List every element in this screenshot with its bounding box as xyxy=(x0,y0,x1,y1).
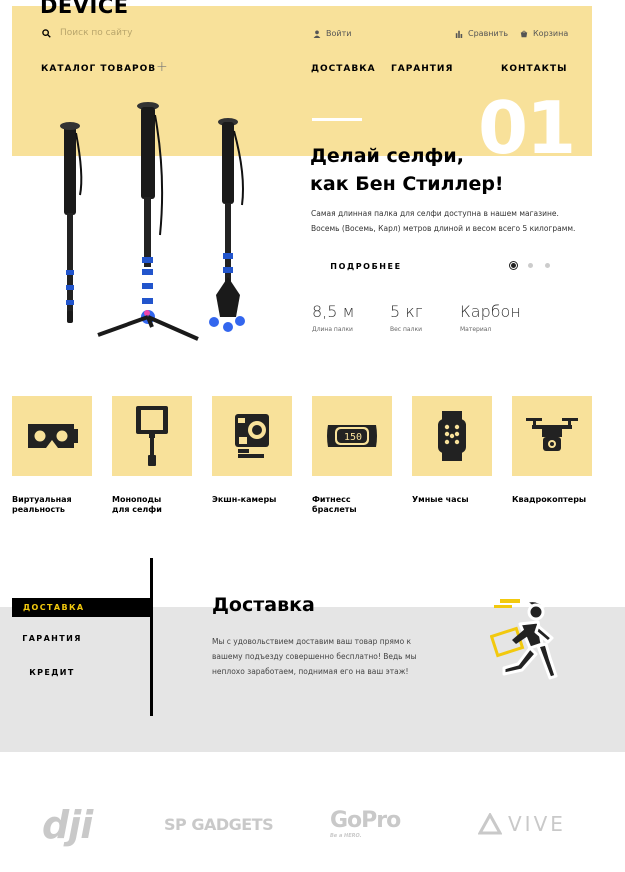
slider-dot-1[interactable] xyxy=(511,263,516,268)
fitness-band-screen: 150 xyxy=(344,432,362,443)
compare-label: Сравнить xyxy=(468,29,509,38)
spec-length: 8,5 м Длина палки xyxy=(312,302,355,333)
spec-length-value: 8,5 м xyxy=(312,302,355,321)
category-drones[interactable]: Квадрокоптеры xyxy=(512,396,592,515)
category-smartwatch-tile[interactable] xyxy=(412,396,492,476)
spec-material: Карбон Материал xyxy=(460,302,521,333)
brand-gopro-tagline: Be a HERO. xyxy=(330,833,362,839)
slide-title-line2: как Бен Стиллер! xyxy=(310,173,504,195)
spec-weight-label: Вес палки xyxy=(390,326,422,333)
category-drones-label: Квадрокоптеры xyxy=(512,495,587,504)
category-drones-tile[interactable] xyxy=(512,396,592,476)
category-vr-label: Виртуальная реальность xyxy=(12,495,72,514)
category-smartwatch-label: Умные часы xyxy=(412,495,469,504)
nav-delivery[interactable]: ДОСТАВКА xyxy=(311,64,376,74)
monopod-right xyxy=(209,118,245,332)
vr-headset-icon xyxy=(28,424,78,448)
category-action-cams-tile[interactable] xyxy=(212,396,292,476)
brand-vive-wordmark: VIVE xyxy=(508,812,566,836)
category-fitness[interactable]: 150 Фитнесс браслеты xyxy=(312,396,392,515)
drone-icon xyxy=(526,418,578,451)
slider-dots xyxy=(511,263,550,268)
tab-credit[interactable]: КРЕДИТ xyxy=(12,668,92,677)
smartwatch-icon xyxy=(438,411,466,461)
slide-divider xyxy=(312,118,362,121)
monopod-left xyxy=(60,122,83,323)
brand-dji[interactable]: dji xyxy=(42,803,93,847)
search-bar[interactable] xyxy=(42,28,220,38)
action-camera-icon xyxy=(235,414,269,458)
fitness-band-icon: 150 xyxy=(327,425,377,447)
slide-title-line1: Делай селфи, xyxy=(310,145,464,167)
monopod-center xyxy=(97,102,199,341)
category-vr-tile[interactable] xyxy=(12,396,92,476)
tab-delivery[interactable]: ДОСТАВКА xyxy=(12,598,152,617)
category-list: Виртуальная реальность Моноподы для селф… xyxy=(12,396,592,515)
brand-gopro-wordmark: GoPro xyxy=(330,808,401,833)
spec-weight-value: 5 кг xyxy=(390,302,423,321)
services-text: Мы с удовольствием доставим ваш товар пр… xyxy=(212,637,417,676)
slide-description-line1: Самая длинная палка для селфи доступна в… xyxy=(311,209,559,218)
login-link[interactable]: Войти xyxy=(313,29,351,38)
cart-link[interactable]: Корзина xyxy=(520,29,568,38)
cart-label: Корзина xyxy=(533,29,569,38)
catalog-menu[interactable]: КАТАЛОГ ТОВАРОВ xyxy=(41,64,156,74)
category-monopods-tile[interactable] xyxy=(112,396,192,476)
brand-spgadgets[interactable]: SP GADGETS xyxy=(164,815,274,834)
spec-material-label: Материал xyxy=(460,326,492,333)
brand-gopro[interactable]: GoPro Be a HERO. xyxy=(330,808,401,839)
courier-icon xyxy=(490,599,558,680)
category-vr[interactable]: Виртуальная реальность xyxy=(12,396,92,515)
compare-link[interactable]: Сравнить xyxy=(455,29,508,38)
more-button[interactable]: ПОДРОБНЕЕ xyxy=(310,262,422,271)
category-monopods[interactable]: Моноподы для селфи xyxy=(112,396,192,515)
brand-vive[interactable]: VIVE xyxy=(478,812,566,836)
nav-warranty[interactable]: ГАРАНТИЯ xyxy=(391,64,453,74)
site-logo[interactable]: DEVICE xyxy=(40,0,129,18)
slider-dot-2[interactable] xyxy=(528,263,533,268)
spec-weight: 5 кг Вес палки xyxy=(390,302,423,333)
slide-description: Самая длинная палка для селфи доступна в… xyxy=(311,206,601,236)
slide-title: Делай селфи, как Бен Стиллер! xyxy=(310,142,590,198)
category-smartwatch[interactable]: Умные часы xyxy=(412,396,492,515)
search-input[interactable] xyxy=(60,28,220,38)
services-tab-divider xyxy=(150,558,153,716)
selfie-stick-icon xyxy=(136,406,168,466)
category-monopods-label: Моноподы для селфи xyxy=(112,495,162,514)
user-icon xyxy=(313,30,321,38)
category-fitness-tile[interactable]: 150 xyxy=(312,396,392,476)
monopod-product-image xyxy=(60,102,245,341)
catalog-expand-icon[interactable]: + xyxy=(156,59,168,75)
category-action-cams-label: Экшн-камеры xyxy=(212,495,277,504)
services-title: Доставка xyxy=(212,594,315,616)
slide-description-line2: Восемь (Восемь, Карл) метров длиной и ве… xyxy=(311,224,576,233)
spec-material-value: Карбон xyxy=(460,302,521,321)
search-icon[interactable] xyxy=(42,28,51,38)
tab-warranty[interactable]: ГАРАНТИЯ xyxy=(12,634,92,643)
cart-icon xyxy=(520,30,528,37)
compare-icon xyxy=(455,30,463,38)
spec-length-label: Длина палки xyxy=(312,326,353,333)
category-fitness-label: Фитнесс браслеты xyxy=(312,495,357,514)
slider-dot-3[interactable] xyxy=(545,263,550,268)
login-label: Войти xyxy=(326,29,352,38)
category-action-cams[interactable]: Экшн-камеры xyxy=(212,396,292,515)
brand-logos: dji SP GADGETS GoPro Be a HERO. VIVE xyxy=(0,800,625,850)
nav-contacts[interactable]: КОНТАКТЫ xyxy=(501,64,567,74)
vive-logo-icon xyxy=(478,813,502,835)
